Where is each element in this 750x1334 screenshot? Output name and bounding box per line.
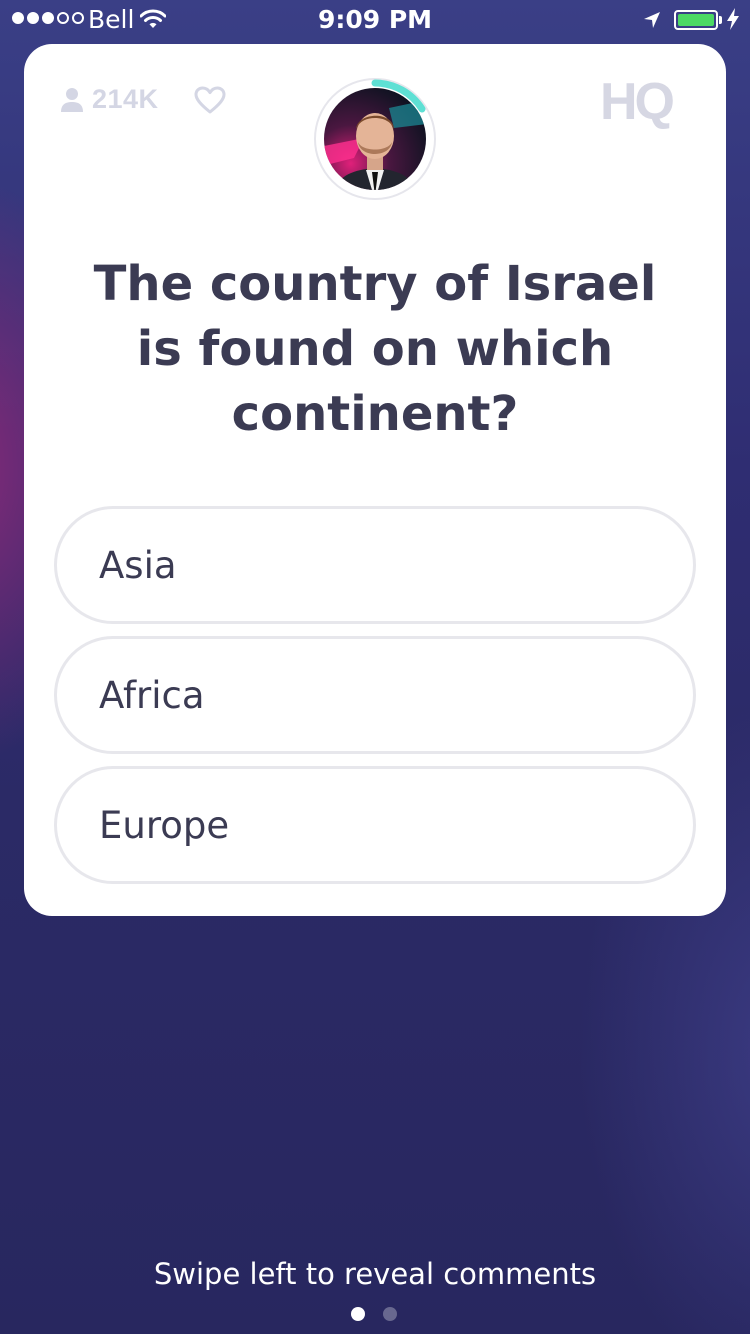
page-dot <box>383 1307 397 1321</box>
answer-option-europe[interactable]: Europe <box>54 766 696 884</box>
status-bar: Bell 9:09 PM <box>0 0 750 40</box>
charging-bolt-icon <box>727 8 739 30</box>
battery-tip <box>719 16 722 24</box>
battery-icon <box>674 10 718 30</box>
answer-list: Asia Africa Europe <box>54 506 696 896</box>
hq-logo: HQ <box>600 73 675 131</box>
answer-option-asia[interactable]: Asia <box>54 506 696 624</box>
heart-icon[interactable] <box>194 86 226 114</box>
page-indicator[interactable] <box>351 1307 397 1321</box>
host-avatar <box>314 78 436 200</box>
answer-label: Africa <box>99 673 205 717</box>
person-icon <box>61 87 83 112</box>
page-dot-active <box>351 1307 365 1321</box>
viewer-count: 214K <box>92 84 159 114</box>
question-card: 214K HQ The country of Israel is found o… <box>24 44 726 916</box>
viewer-count-group: 214K <box>60 84 159 115</box>
status-time: 9:09 PM <box>317 5 433 34</box>
answer-label: Asia <box>99 543 177 587</box>
location-arrow-icon <box>644 12 660 28</box>
answer-label: Europe <box>99 803 230 847</box>
swipe-hint: Swipe left to reveal comments <box>153 1257 597 1291</box>
answer-option-africa[interactable]: Africa <box>54 636 696 754</box>
question-text: The country of Israel is found on which … <box>93 256 657 442</box>
battery-level <box>678 14 714 26</box>
